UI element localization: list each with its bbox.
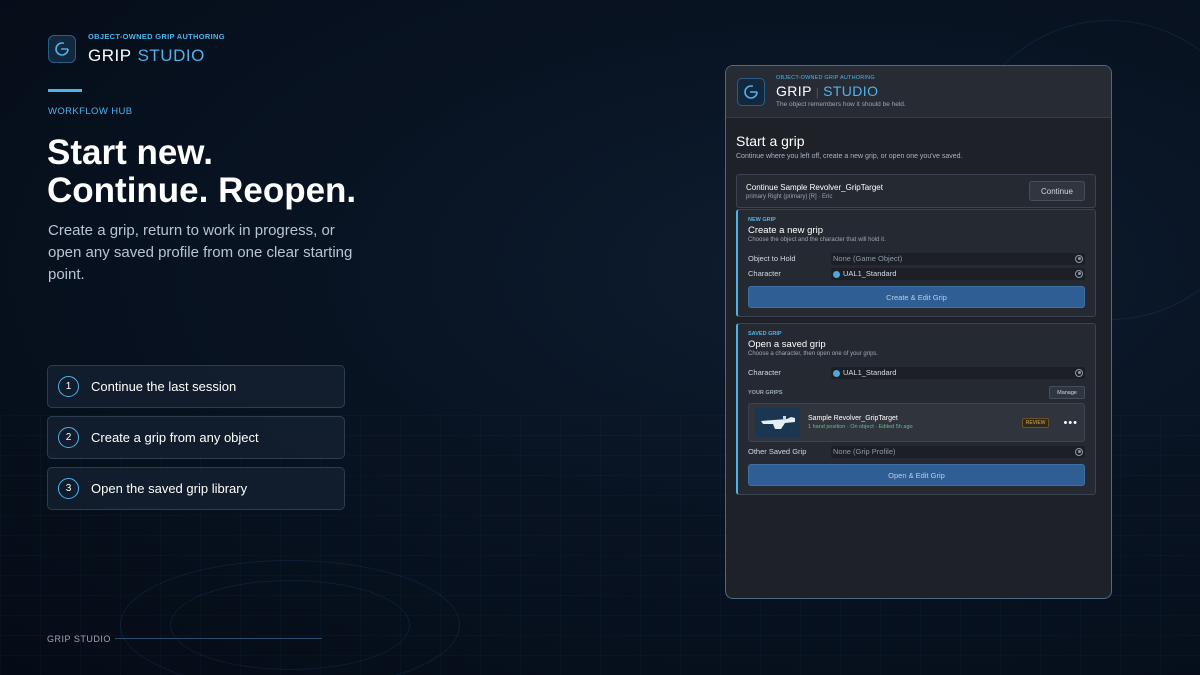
step-label: Open the saved grip library bbox=[91, 481, 248, 496]
object-picker-icon[interactable] bbox=[1075, 254, 1083, 263]
window-title: GRIP | STUDIO bbox=[776, 83, 906, 99]
hero-title: Start new. Continue. Reopen. bbox=[47, 134, 356, 210]
saved-grip-title: Open a saved grip bbox=[748, 339, 826, 350]
brand-eyebrow: OBJECT-OWNED GRIP AUTHORING bbox=[88, 32, 225, 41]
object-to-hold-value: None (Game Object) bbox=[833, 254, 903, 263]
continue-button[interactable]: Continue bbox=[1028, 181, 1085, 201]
character-asset-icon bbox=[833, 369, 840, 377]
saved-character-input[interactable]: UAL1_Standard bbox=[831, 366, 1085, 379]
create-edit-grip-button[interactable]: Create & Edit Grip bbox=[748, 286, 1085, 308]
brand: OBJECT-OWNED GRIP AUTHORING GRIP STUDIO bbox=[48, 32, 225, 66]
step-create-grip[interactable]: 2 Create a grip from any object bbox=[47, 416, 345, 459]
review-badge: REVIEW bbox=[1021, 417, 1050, 428]
grip-meta: 1 hand position · On object · Edited 5h … bbox=[808, 424, 913, 430]
window-tagline: The object remembers how it should be he… bbox=[776, 101, 906, 108]
window-title-separator: | bbox=[815, 87, 820, 99]
saved-grip-section: SAVED GRIP Open a saved grip Choose a ch… bbox=[736, 323, 1096, 495]
saved-character-value: UAL1_Standard bbox=[843, 368, 897, 377]
character-input[interactable]: UAL1_Standard bbox=[831, 267, 1085, 280]
hub-label: WORKFLOW HUB bbox=[48, 106, 133, 117]
brand-name: GRIP STUDIO bbox=[88, 46, 225, 66]
start-title: Start a grip bbox=[736, 133, 805, 149]
step-continue-last-session[interactable]: 1 Continue the last session bbox=[47, 365, 345, 408]
your-grips-label: YOUR GRIPS bbox=[748, 389, 783, 396]
start-subtitle: Continue where you left off, create a ne… bbox=[736, 153, 963, 160]
object-to-hold-field: Object to Hold None (Game Object) bbox=[748, 252, 1085, 265]
window-header: OBJECT-OWNED GRIP AUTHORING GRIP | STUDIO … bbox=[726, 66, 1111, 118]
object-picker-icon[interactable] bbox=[1075, 447, 1083, 456]
step-label: Continue the last session bbox=[91, 379, 237, 394]
hero-subtitle: Create a grip, return to work in progres… bbox=[48, 222, 353, 283]
continue-card-subtitle: primary Right (primary) [R] · Eric bbox=[746, 193, 833, 200]
character-value: UAL1_Standard bbox=[843, 269, 897, 278]
step-label: Create a grip from any object bbox=[91, 430, 259, 445]
steps-list: 1 Continue the last session 2 Create a g… bbox=[47, 365, 345, 518]
grip-studio-window: OBJECT-OWNED GRIP AUTHORING GRIP | STUDIO … bbox=[725, 65, 1112, 599]
continue-card: Continue Sample Revolver_GripTarget prim… bbox=[736, 174, 1096, 208]
new-grip-eyebrow: NEW GRIP bbox=[748, 217, 776, 223]
new-grip-title: Create a new grip bbox=[748, 225, 823, 236]
window-title-accent: STUDIO bbox=[823, 83, 879, 99]
hero-title-line2: Continue. Reopen. bbox=[47, 171, 357, 210]
window-title-main: GRIP bbox=[776, 83, 812, 99]
revolver-thumbnail-icon bbox=[755, 408, 800, 437]
saved-character-label: Character bbox=[748, 368, 781, 377]
brand-name-main: GRIP bbox=[88, 46, 132, 65]
more-options-icon[interactable]: ••• bbox=[1063, 417, 1078, 429]
brand-name-accent: STUDIO bbox=[137, 46, 205, 65]
window-eyebrow: OBJECT-OWNED GRIP AUTHORING bbox=[776, 75, 875, 81]
object-to-hold-input[interactable]: None (Game Object) bbox=[831, 252, 1085, 265]
grip-name: Sample Revolver_GripTarget bbox=[808, 415, 898, 422]
continue-card-title: Continue Sample Revolver_GripTarget bbox=[746, 182, 883, 192]
hero-title-line1: Start new. bbox=[47, 133, 213, 172]
other-saved-grip-field: Other Saved Grip None (Grip Profile) bbox=[748, 445, 1085, 458]
your-grips-header: YOUR GRIPS Manage bbox=[748, 386, 1085, 399]
character-asset-icon bbox=[833, 270, 840, 278]
accent-bar bbox=[48, 89, 82, 92]
object-to-hold-label: Object to Hold bbox=[748, 254, 796, 263]
step-number: 2 bbox=[58, 427, 79, 448]
object-picker-icon[interactable] bbox=[1075, 368, 1083, 377]
grip-logo-icon bbox=[48, 35, 76, 63]
character-label: Character bbox=[748, 269, 781, 278]
new-grip-section: NEW GRIP Create a new grip Choose the ob… bbox=[736, 209, 1096, 317]
footer-label: GRIP STUDIO bbox=[47, 634, 111, 644]
saved-grip-eyebrow: SAVED GRIP bbox=[748, 331, 782, 337]
other-saved-grip-input[interactable]: None (Grip Profile) bbox=[831, 445, 1085, 458]
step-number: 3 bbox=[58, 478, 79, 499]
grip-logo-icon bbox=[737, 77, 765, 106]
step-number: 1 bbox=[58, 376, 79, 397]
step-open-library[interactable]: 3 Open the saved grip library bbox=[47, 467, 345, 510]
other-saved-grip-label: Other Saved Grip bbox=[748, 447, 807, 456]
open-edit-grip-button[interactable]: Open & Edit Grip bbox=[748, 464, 1085, 486]
object-picker-icon[interactable] bbox=[1075, 269, 1083, 278]
character-field: Character UAL1_Standard bbox=[748, 267, 1085, 280]
saved-character-field: Character UAL1_Standard bbox=[748, 366, 1085, 379]
grip-list-item[interactable]: Sample Revolver_GripTarget 1 hand positi… bbox=[748, 403, 1085, 442]
manage-button[interactable]: Manage bbox=[1049, 386, 1085, 399]
other-saved-grip-value: None (Grip Profile) bbox=[833, 447, 896, 456]
footer-divider bbox=[115, 638, 322, 639]
